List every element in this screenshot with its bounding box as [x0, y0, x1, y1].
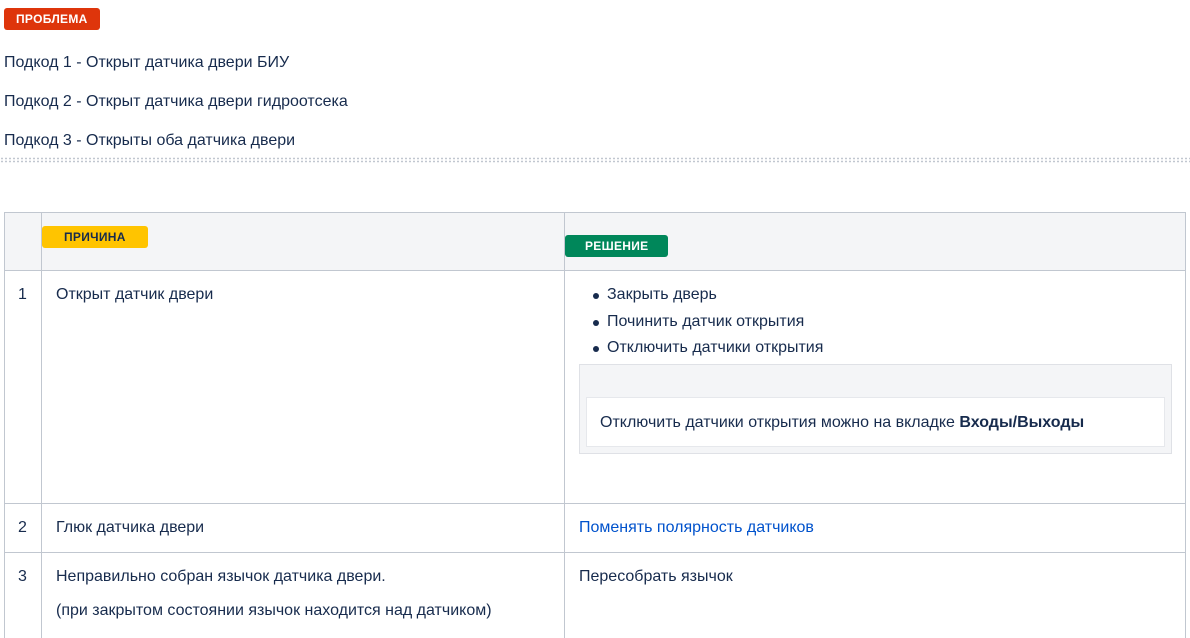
- cause-text: Неправильно собран язычок датчика двери.: [56, 568, 386, 585]
- solution-cell: Пересобрать язычок: [564, 552, 1186, 638]
- cause-text: Открыт датчик двери: [56, 286, 214, 303]
- row-number: 3: [18, 568, 27, 585]
- row-number: 1: [18, 286, 27, 303]
- dotted-divider: [0, 157, 1190, 163]
- solution-cell: Поменять полярность датчиков: [564, 503, 1186, 553]
- info-panel-text: Отключить датчики открытия можно на вкла…: [600, 413, 960, 431]
- cause-cell: Глюк датчика двери: [41, 503, 565, 553]
- subcode-1: Подкод 1 - Открыт датчика двери БИУ: [4, 54, 290, 71]
- list-item: Починить датчик открытия: [593, 309, 1172, 336]
- cause-cell: Неправильно собран язычок датчика двери.…: [41, 552, 565, 638]
- solution-text: Пересобрать язычок: [579, 568, 733, 585]
- row-number-cell: 3: [4, 552, 42, 638]
- subcode-3: Подкод 3 - Открыты оба датчика двери: [4, 132, 296, 149]
- table-row: 3 Неправильно собран язычок датчика двер…: [4, 552, 1186, 638]
- subcode-2: Подкод 2 - Открыт датчика двери гидроотс…: [4, 93, 348, 110]
- info-panel-bold-text: Входы/Выходы: [959, 413, 1085, 431]
- info-panel: Отключить датчики открытия можно на вкла…: [579, 363, 1172, 454]
- solution-lozenge: РЕШЕНИЕ: [565, 235, 669, 257]
- header-number-cell: [4, 212, 42, 271]
- header-cause-cell: ПРИЧИНА: [41, 212, 565, 271]
- table-row: 2 Глюк датчика двери Поменять полярность…: [4, 503, 1186, 553]
- problem-lozenge: ПРОБЛЕМА: [4, 8, 100, 30]
- table-header-row: ПРИЧИНА РЕШЕНИЕ: [4, 212, 1186, 271]
- solution-cell: Закрыть дверь Починить датчик открытия О…: [564, 270, 1186, 504]
- cause-lozenge: ПРИЧИНА: [42, 226, 148, 248]
- table-row: 1 Открыт датчик двери Закрыть дверь Почи…: [4, 270, 1186, 504]
- info-panel-body: Отключить датчики открытия можно на вкла…: [586, 396, 1165, 447]
- change-polarity-link[interactable]: Поменять полярность датчиков: [579, 519, 814, 536]
- cause-solution-table: ПРИЧИНА РЕШЕНИЕ 1 Открыт датчик двери За…: [4, 212, 1186, 638]
- header-solution-cell: РЕШЕНИЕ: [564, 212, 1186, 271]
- row-number: 2: [18, 519, 27, 536]
- cause-cell: Открыт датчик двери: [41, 270, 565, 504]
- cause-note-text: (при закрытом состоянии язычок находится…: [56, 602, 492, 619]
- cause-text: Глюк датчика двери: [56, 519, 205, 536]
- page: ПРОБЛЕМА Подкод 1 - Открыт датчика двери…: [0, 0, 1190, 638]
- row-number-cell: 2: [4, 503, 42, 553]
- solution-list: Закрыть дверь Починить датчик открытия О…: [579, 282, 1172, 362]
- list-item: Закрыть дверь: [593, 282, 1172, 309]
- row-number-cell: 1: [4, 270, 42, 504]
- list-item: Отключить датчики открытия: [593, 335, 1172, 362]
